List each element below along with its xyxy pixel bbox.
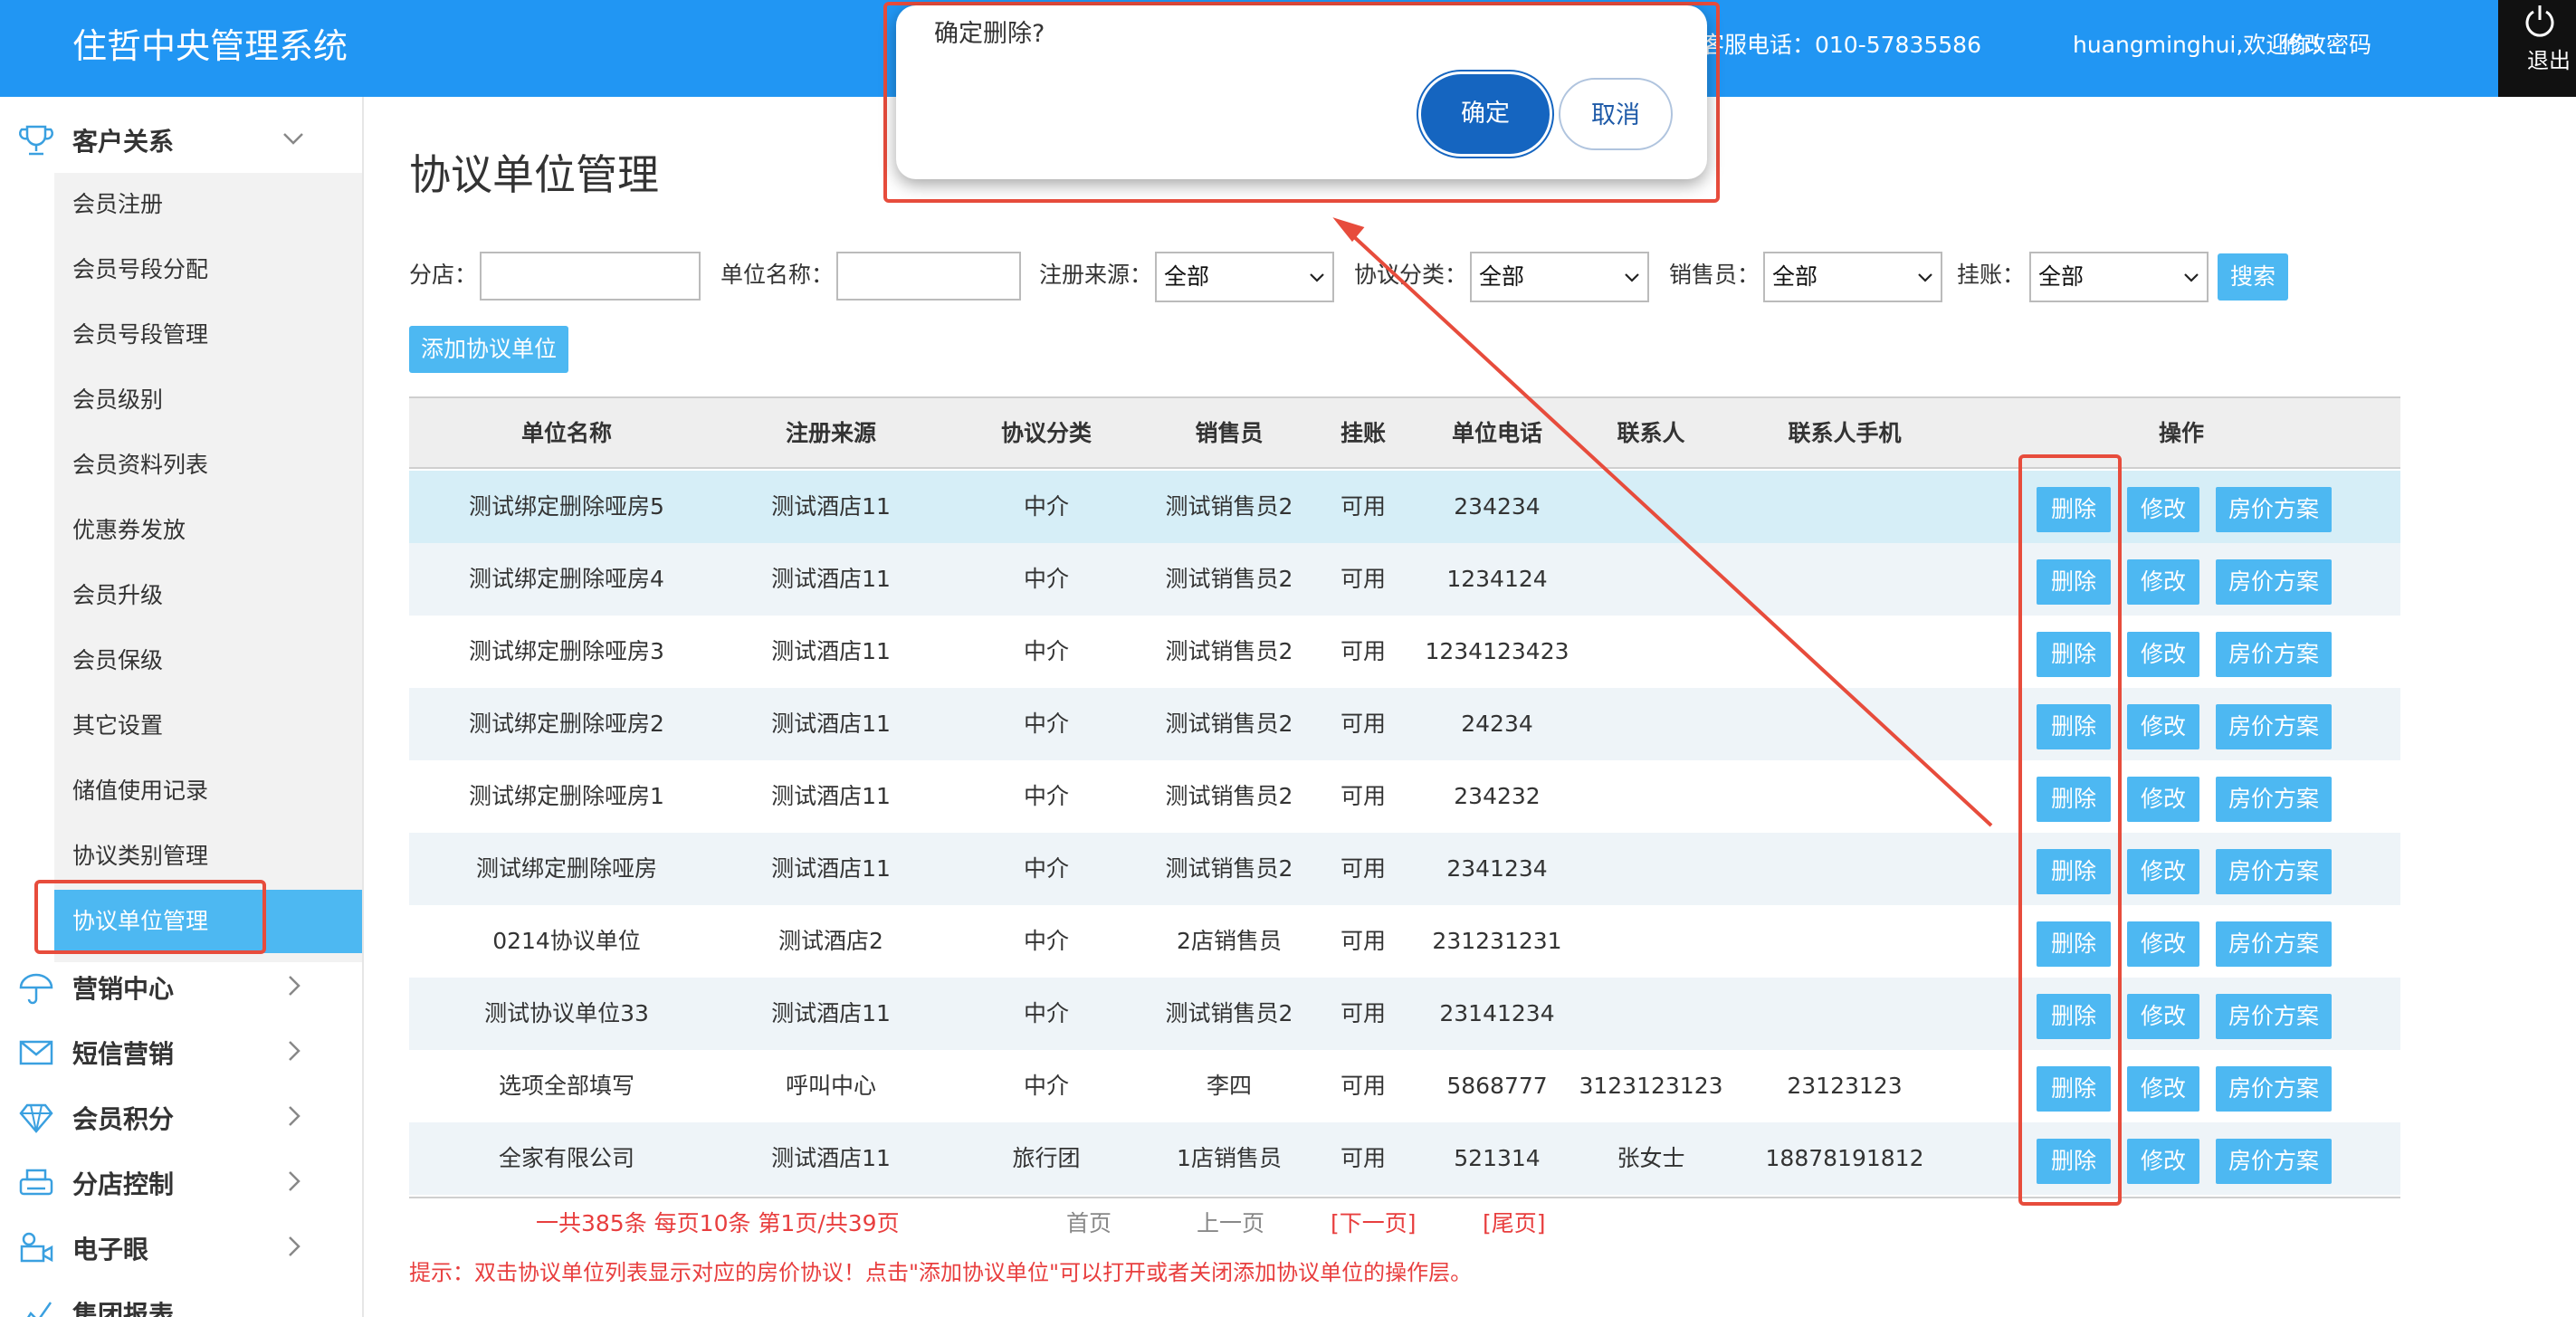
confirm-ok-button[interactable]: 确定 [1421, 74, 1550, 154]
confirm-cancel-button[interactable]: 取消 [1559, 78, 1673, 150]
annotation-arrow [1332, 217, 1993, 827]
confirm-delete-dialog: 确定删除? 确定 取消 [896, 5, 1707, 179]
dialog-message: 确定删除? [934, 20, 1045, 48]
